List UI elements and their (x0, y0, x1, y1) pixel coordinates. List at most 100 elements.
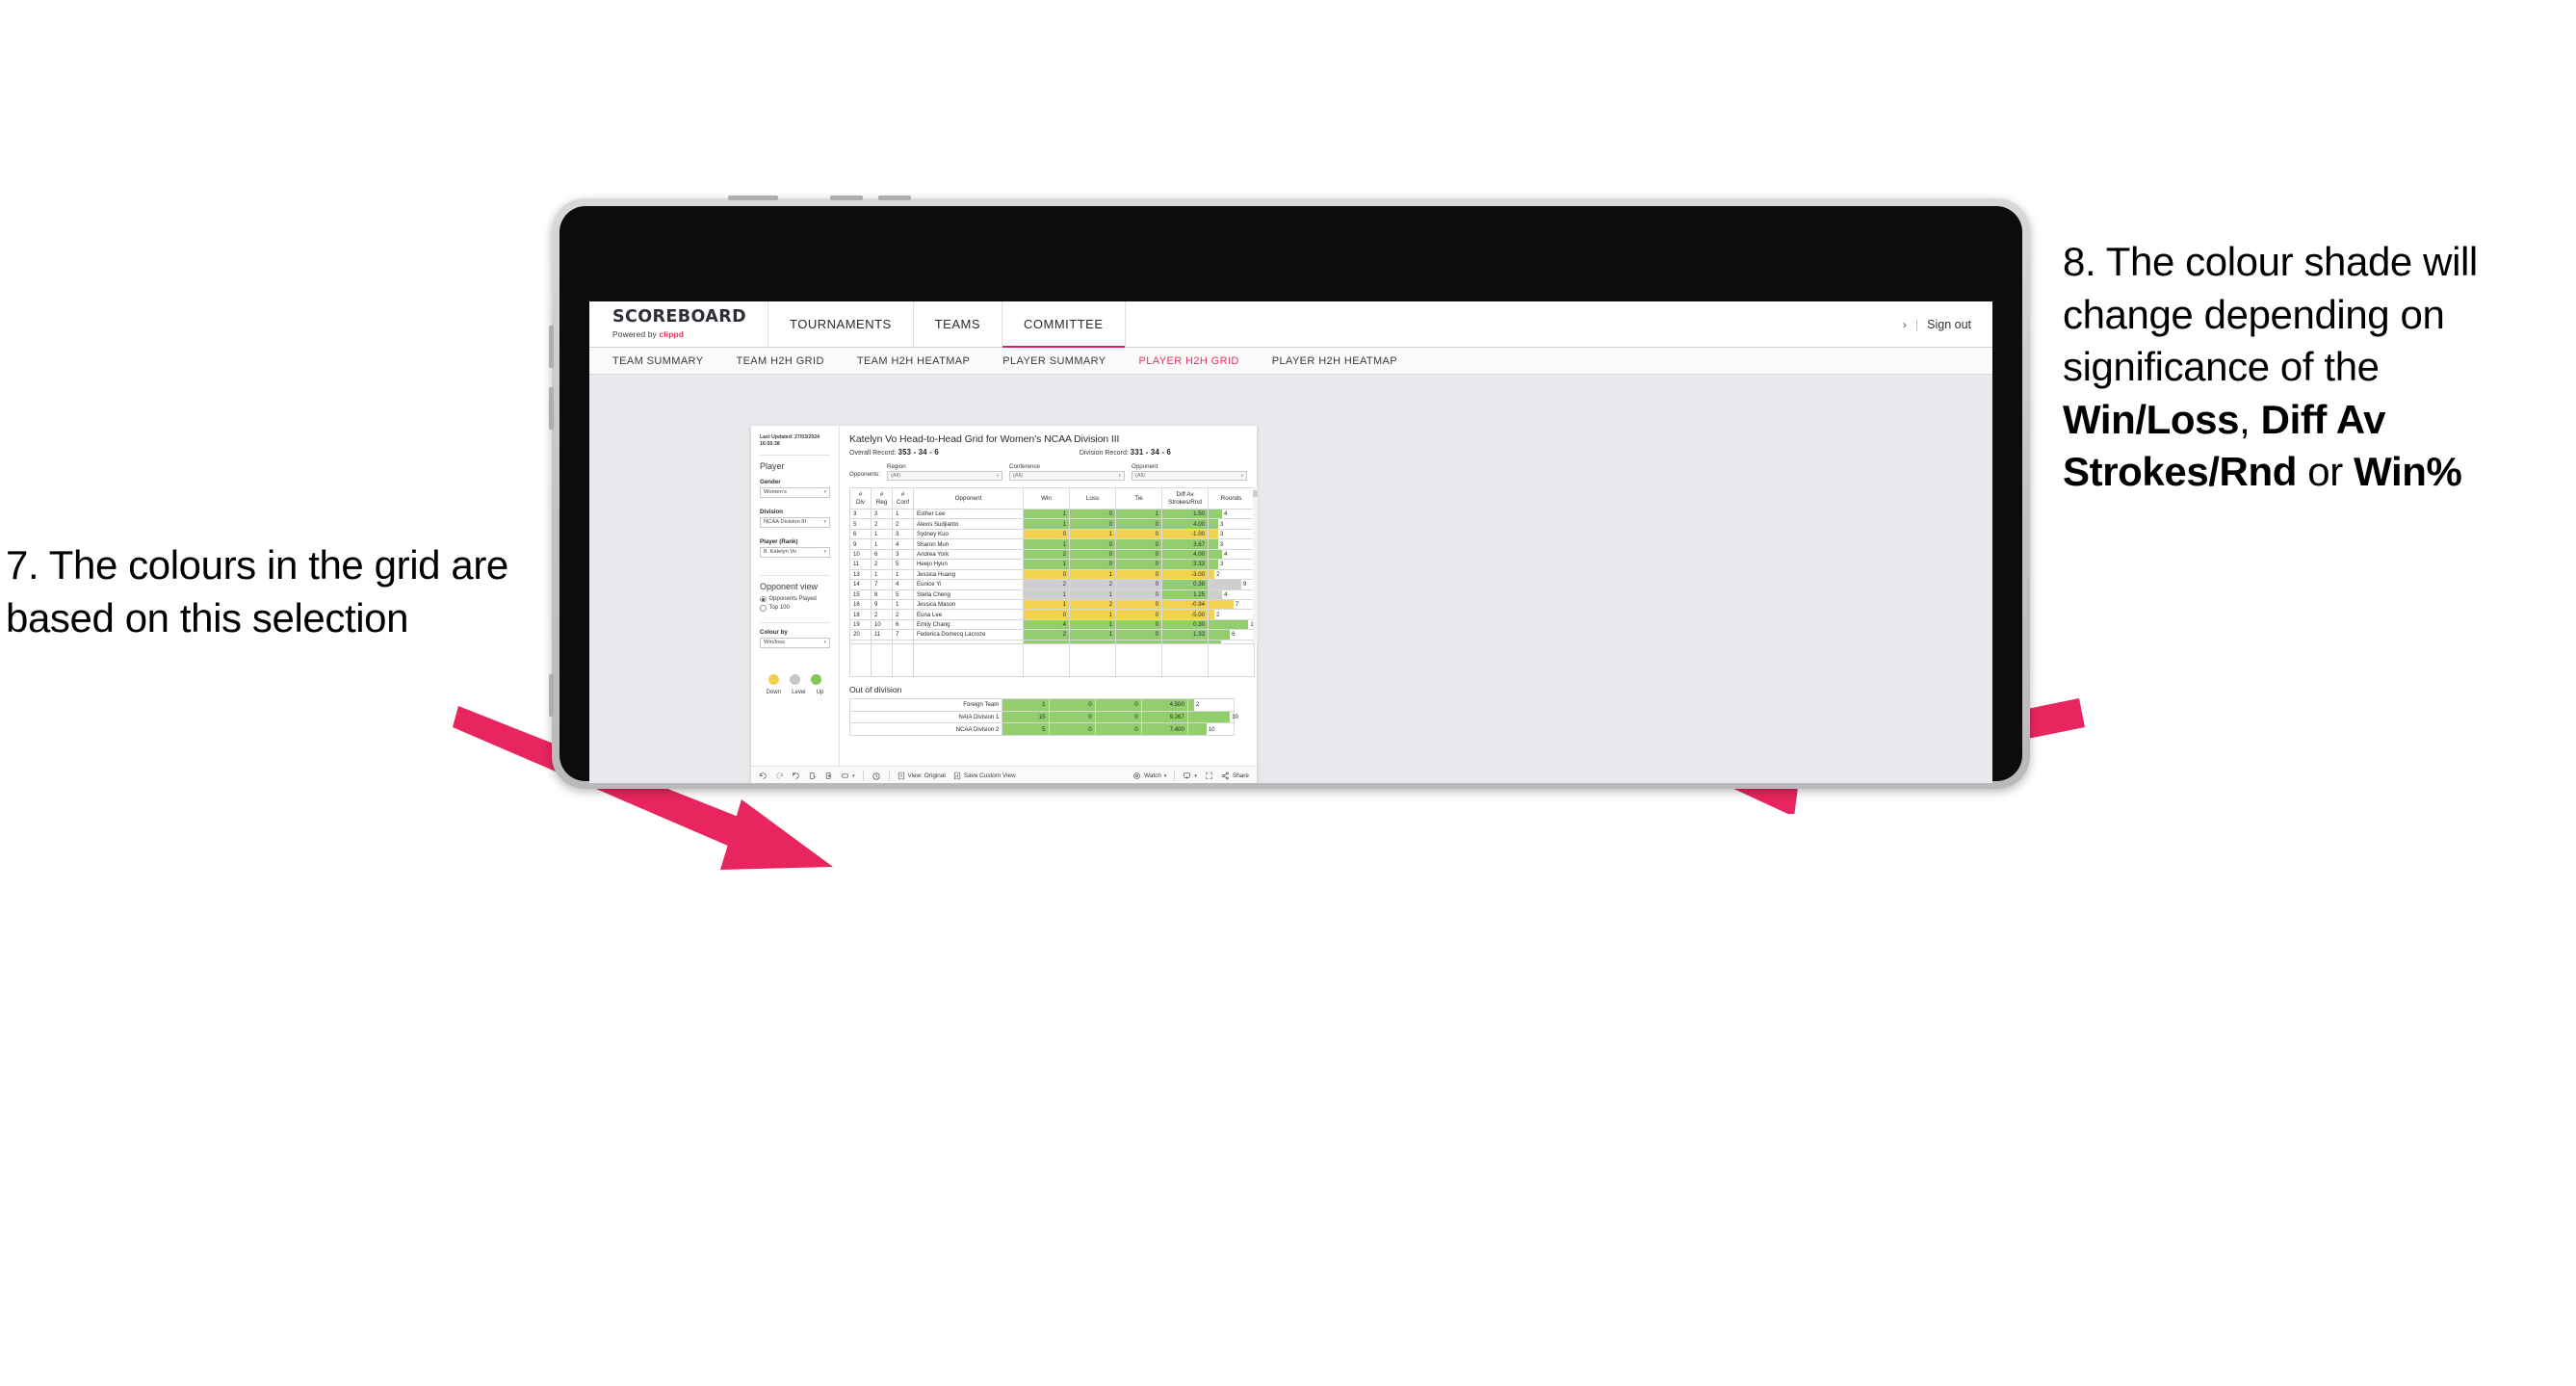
subnav-item-team-summary[interactable]: TEAM SUMMARY (612, 355, 703, 367)
subnav-item-player-h2h-heatmap[interactable]: PLAYER H2H HEATMAP (1272, 355, 1397, 367)
nav-item-teams[interactable]: TEAMS (914, 301, 1002, 347)
download-dropdown[interactable]: ▾ (1183, 771, 1197, 780)
table-vertical-scrollbar[interactable] (1253, 487, 1258, 643)
cell-opponent: Heejo Hyun (913, 559, 1024, 570)
cell-tie: 0 (1094, 722, 1142, 736)
overall-record-label: Overall Record: (849, 450, 897, 457)
radio-top-100[interactable]: Top 100 (760, 605, 830, 612)
nav-item-committee[interactable]: COMMITTEE (1002, 301, 1126, 348)
division-label: Division (760, 508, 784, 515)
subnav-item-team-h2h-grid[interactable]: TEAM H2H GRID (736, 355, 823, 367)
colour-by-select[interactable]: Win/loss ▾ (760, 637, 830, 648)
table-row[interactable]: 18 2 2 Euna Lee 0 1 0 -5.00 2 (849, 609, 1255, 620)
table-row[interactable]: 5 2 2 Alexis Sudjianto 1 0 0 4.00 3 (849, 518, 1255, 530)
redo-icon[interactable] (775, 771, 784, 780)
rounds-bar (1209, 539, 1218, 549)
table-row[interactable]: 9 1 4 Sharon Mun 1 0 0 3.67 3 (849, 538, 1255, 550)
cell-loss: 0 (1069, 548, 1116, 561)
table-row[interactable]: 6 1 3 Sydney Kuo 0 1 0 -1.00 3 (849, 528, 1255, 540)
chevron-right-icon[interactable]: › (1903, 318, 1907, 331)
division-record-label: Division Record: (1079, 450, 1129, 457)
col-conf-l1: # (900, 490, 905, 498)
revert-icon[interactable] (792, 771, 800, 780)
cell-diff-av-strokes: -3.00 (1161, 568, 1209, 581)
division-select[interactable]: NCAA Division III ▾ (760, 516, 830, 528)
cell-opponent: Euna Lee (913, 609, 1024, 620)
rounds-value: 6 (1232, 631, 1236, 639)
watch-dropdown[interactable]: Watch ▾ (1132, 771, 1166, 780)
h2h-table-head: # Div # Reg # Conf Opponent Win Loss Tie Di… (849, 487, 1255, 510)
table-row[interactable]: 15 8 5 Stella Cheng 1 1 0 1.25 4 (849, 588, 1255, 600)
region-label: Region (887, 463, 906, 470)
region-select[interactable]: (All) ▾ (887, 471, 1002, 481)
subnav-item-team-h2h-heatmap[interactable]: TEAM H2H HEATMAP (857, 355, 970, 367)
cell-reg: 2 (871, 609, 893, 620)
h2h-header-row: # Div # Reg # Conf Opponent Win Loss Tie Di… (849, 487, 1255, 510)
table-row[interactable]: 19106Emily Chang4100.3011 (849, 618, 1255, 631)
empty-cell (1161, 643, 1209, 678)
toolbar-divider-3 (1174, 771, 1176, 781)
share-label: Share (1232, 772, 1249, 779)
subnav-item-player-summary[interactable]: PLAYER SUMMARY (1002, 355, 1106, 367)
table-row[interactable]: 10 6 3 Andrea York 2 0 0 4.00 4 (849, 548, 1255, 561)
app-logo[interactable]: SCOREBOARD Powered by clippd (589, 301, 769, 347)
rounds-bar (1209, 630, 1231, 640)
cell-win: 15 (1002, 710, 1050, 724)
cell-win (1023, 639, 1070, 644)
table-row[interactable]: 14 7 4 Eunice Yi 2 2 0 0.38 9 (849, 579, 1255, 590)
annotation-right-sep1: , (2239, 396, 2261, 442)
out-of-division-row[interactable]: NAIA Division 1 15 0 0 9.267 30 (848, 710, 1238, 724)
gender-select[interactable]: Women’s ▾ (760, 486, 830, 498)
cell-tie: 0 (1115, 579, 1162, 590)
conference-value: (All) (1013, 473, 1023, 479)
table-row[interactable]: 11 2 5 Heejo Hyun 1 0 0 3.33 3 (849, 559, 1255, 570)
cell-diff-av-strokes: 7.400 (1140, 722, 1188, 736)
fullscreen-icon[interactable] (1205, 771, 1213, 780)
nav-item-tournaments[interactable]: TOURNAMENTS (768, 301, 914, 347)
subnav-item-player-h2h-grid[interactable]: PLAYER H2H GRID (1139, 355, 1239, 367)
col-header-tie: Tie (1115, 487, 1162, 510)
out-of-division-title: Out of division (849, 685, 902, 695)
table-row[interactable]: 13 1 1 Jessica Huang 0 1 0 -3.00 2 (849, 568, 1255, 581)
scrollbar-thumb[interactable] (1253, 490, 1258, 497)
table-row[interactable]: 20 11 7 Federica Domecq Lacroze 2 1 0 1.33 6 (849, 629, 1255, 641)
undo-icon[interactable] (759, 771, 768, 780)
cell-rounds: 4 (1208, 508, 1255, 520)
cell-win: 1 (1023, 518, 1070, 530)
radio-opponents-played[interactable]: Opponents Played (760, 595, 830, 603)
col-header-opponent: Opponent (913, 487, 1024, 510)
cell-loss: 1 (1069, 629, 1116, 641)
table-row[interactable]: 16 9 1 Jessica Mason 1 2 0 -0.94 7 (849, 598, 1255, 611)
save-custom-view-button[interactable]: Save Custom View (953, 771, 1016, 780)
table-row[interactable]: 3 3 1 Esther Lee 1 0 1 1.50 4 (849, 508, 1255, 520)
out-of-division-row[interactable]: NCAA Division 2 5 0 0 7.400 10 (848, 722, 1236, 736)
slide-canvas: 7. The colours in the grid are based on … (0, 0, 2576, 1386)
table-row-partial[interactable] (849, 639, 1255, 644)
sign-out-link[interactable]: Sign out (1927, 318, 1971, 331)
fit-dropdown[interactable]: ▾ (841, 771, 855, 780)
cell-rounds: 2 (1208, 609, 1255, 620)
cell-tie: 0 (1115, 568, 1162, 581)
rounds-value: 3 (1219, 540, 1224, 548)
chevron-down-icon: ▾ (996, 473, 999, 478)
player-rank-select[interactable]: 8. Katelyn Vo ▾ (760, 546, 830, 558)
cell-div: 16 (849, 598, 872, 611)
cell-loss: 1 (1069, 528, 1116, 540)
opponent-select[interactable]: (All) ▾ (1132, 471, 1247, 481)
history-icon[interactable] (872, 771, 881, 781)
share-button[interactable]: Share (1221, 771, 1249, 780)
out-of-division-row[interactable]: Foreign Team 1 0 0 4.500 2 (848, 698, 1236, 712)
cell-group-name: NCAA Division 2 (848, 722, 1003, 736)
pause-auto-update-icon[interactable] (824, 771, 833, 780)
cell-diff-av-strokes: -1.00 (1161, 528, 1209, 540)
cell-win: 2 (1023, 629, 1070, 641)
refresh-icon[interactable] (808, 771, 817, 780)
view-original-button[interactable]: View: Original (898, 771, 946, 780)
tablet-side-button-lower (549, 387, 554, 430)
conference-select[interactable]: (All) ▾ (1009, 471, 1125, 481)
empty-cell (1208, 643, 1255, 678)
col-div-l2: Div (855, 498, 866, 506)
radio-icon-unselected (760, 605, 767, 612)
cell-diff-av-strokes: -5.00 (1161, 609, 1209, 620)
rounds-bar (1209, 560, 1218, 569)
